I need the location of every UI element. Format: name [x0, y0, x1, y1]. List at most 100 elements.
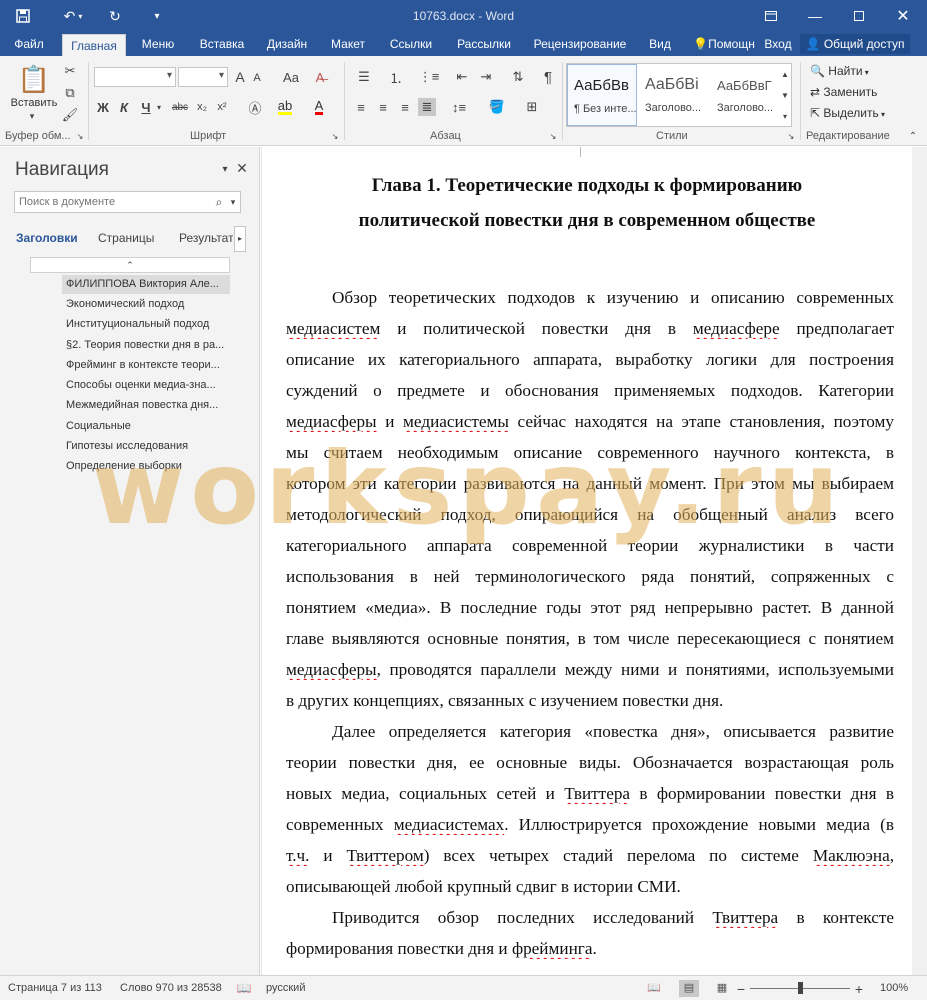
nav-heading-item[interactable]: Экономический подход — [62, 295, 230, 314]
close-icon[interactable]: ✕ — [888, 0, 918, 32]
zoom-out-icon[interactable]: − — [734, 980, 748, 997]
nav-heading-item[interactable]: ФИЛИППОВА Виктория Але... — [62, 275, 230, 294]
nav-tabs-scroll-icon[interactable]: ▸ — [234, 226, 246, 252]
vertical-scrollbar[interactable] — [912, 147, 927, 975]
tab-design[interactable]: Дизайн — [260, 32, 314, 56]
save-icon[interactable] — [10, 0, 36, 32]
search-icon[interactable]: ⌕ — [211, 194, 227, 210]
word-count[interactable]: Слово 970 из 28538 — [120, 982, 222, 994]
font-size-combo[interactable] — [178, 67, 228, 87]
collapse-headings-bar[interactable]: ⌃ — [30, 257, 230, 273]
redo-icon[interactable]: ↻ — [104, 0, 126, 32]
highlight-icon[interactable]: ab — [272, 98, 298, 116]
collapse-ribbon-icon[interactable]: ⌃ — [906, 130, 920, 142]
tab-menu[interactable]: Меню — [134, 32, 182, 56]
dialog-launcher-icon[interactable]: ↘ — [786, 130, 796, 142]
nav-options-icon[interactable]: ▾ — [218, 161, 232, 177]
style-heading-2[interactable]: АаБбВвГ Заголово... — [711, 64, 781, 126]
page-count[interactable]: Страница 7 из 113 — [8, 982, 102, 994]
tab-home[interactable]: Главная — [62, 34, 126, 56]
zoom-level[interactable]: 100% — [880, 982, 908, 994]
nav-heading-item[interactable]: Способы оценки медиа-зна... — [62, 376, 230, 395]
dialog-launcher-icon[interactable]: ↘ — [548, 130, 558, 142]
undo-icon[interactable]: ↶ ▾ — [58, 0, 88, 32]
cut-icon[interactable]: ✂ — [60, 62, 80, 80]
style-no-spacing[interactable]: АаБбВв ¶ Без инте... — [567, 64, 637, 126]
web-layout-icon[interactable]: ▦ — [712, 980, 732, 997]
share-button[interactable]: 👤 Общий доступ — [800, 34, 910, 54]
customize-icon[interactable]: ▾ — [148, 0, 166, 32]
paste-label[interactable]: Вставить — [6, 96, 62, 110]
grow-font-icon[interactable]: A — [232, 67, 248, 87]
style-heading-1[interactable]: АаБбВі Заголово... — [639, 64, 709, 126]
change-case-icon[interactable]: Aa — [280, 67, 302, 87]
ribbon-options-icon[interactable] — [758, 0, 784, 32]
nav-heading-item[interactable]: Фрейминг в контексте теори... — [62, 356, 230, 375]
nav-tab-headings[interactable]: Заголовки — [16, 231, 78, 245]
shading-icon[interactable]: 🪣 — [484, 98, 510, 116]
select-button[interactable]: ⇱ Выделить ▾ — [810, 106, 885, 120]
underline-dropdown-icon[interactable]: ▾ — [154, 98, 164, 116]
tab-mailings[interactable]: Рассылки — [450, 32, 518, 56]
nav-heading-item[interactable]: §2. Теория повестки дня в ра... — [62, 336, 230, 355]
tab-insert[interactable]: Вставка — [192, 32, 252, 56]
underline-icon[interactable]: Ч — [139, 98, 153, 116]
nav-heading-item[interactable]: Гипотезы исследования — [62, 437, 230, 456]
dialog-launcher-icon[interactable]: ↘ — [330, 130, 340, 142]
font-name-combo[interactable] — [94, 67, 176, 87]
tab-review[interactable]: Рецензирование — [528, 32, 632, 56]
font-color-icon[interactable]: A — [306, 98, 332, 116]
nav-heading-item[interactable]: Институциональный подход — [62, 315, 230, 334]
search-dropdown-icon[interactable]: ▾ — [228, 194, 238, 210]
nav-tab-results[interactable]: Результаты — [179, 231, 233, 245]
styles-more-icon[interactable]: ▾ — [779, 106, 791, 126]
find-button[interactable]: 🔍 Найти ▾ — [810, 64, 869, 78]
document-page[interactable]: Глава 1. Теоретические подходы к формиро… — [262, 147, 912, 975]
bullets-icon[interactable]: ☰ — [352, 67, 376, 87]
nav-heading-item[interactable]: Межмедийная повестка дня... — [62, 396, 230, 415]
tab-layout[interactable]: Макет — [324, 32, 372, 56]
italic-icon[interactable]: К — [117, 98, 131, 116]
zoom-slider-thumb[interactable] — [798, 982, 803, 994]
align-right-icon[interactable]: ≡ — [396, 98, 414, 116]
proofing-icon[interactable]: 📖 — [236, 980, 252, 996]
tab-references[interactable]: Ссылки — [382, 32, 440, 56]
language[interactable]: русский — [266, 982, 305, 994]
multilevel-list-icon[interactable]: ⋮≡ — [416, 67, 442, 87]
shrink-font-icon[interactable]: A — [250, 69, 264, 87]
sort-icon[interactable]: ⇅ — [508, 67, 528, 87]
increase-indent-icon[interactable]: ⇥ — [476, 67, 496, 87]
numbering-icon[interactable]: ⒈ — [384, 67, 408, 87]
format-painter-icon[interactable]: 🖌 — [60, 106, 80, 124]
tab-help[interactable]: 💡Помощн — [688, 32, 760, 56]
paste-dropdown-icon[interactable]: ▾ — [24, 110, 40, 122]
tab-signin[interactable]: Вход — [762, 32, 794, 56]
read-mode-icon[interactable]: 📖 — [644, 980, 664, 997]
justify-icon[interactable]: ≣ — [418, 98, 436, 116]
text-effects-icon[interactable]: Ⓐ — [244, 98, 266, 116]
paste-icon[interactable]: 📋 — [14, 62, 54, 96]
nav-close-icon[interactable]: ✕ — [234, 159, 250, 177]
align-center-icon[interactable]: ≡ — [374, 98, 392, 116]
replace-button[interactable]: ⇄ Заменить — [810, 85, 877, 99]
tab-view[interactable]: Вид — [642, 32, 678, 56]
nav-heading-item[interactable]: Социальные — [62, 417, 230, 436]
decrease-indent-icon[interactable]: ⇤ — [452, 67, 472, 87]
subscript-icon[interactable]: x₂ — [194, 98, 210, 116]
print-layout-icon[interactable]: ▤ — [679, 980, 699, 997]
tab-file[interactable]: Файл — [6, 32, 52, 56]
line-spacing-icon[interactable]: ↕≡ — [446, 98, 472, 116]
align-left-icon[interactable]: ≡ — [352, 98, 370, 116]
styles-scroll-down-icon[interactable]: ▼ — [779, 85, 791, 105]
styles-scroll-up-icon[interactable]: ▲ — [779, 64, 791, 84]
clear-formatting-icon[interactable]: A̶ — [310, 67, 330, 87]
dialog-launcher-icon[interactable]: ↘ — [75, 130, 85, 142]
borders-icon[interactable]: ⊞ — [518, 98, 546, 116]
nav-search-input[interactable] — [15, 192, 205, 212]
nav-heading-item[interactable]: Определение выборки — [62, 457, 230, 476]
superscript-icon[interactable]: x² — [214, 98, 230, 116]
copy-icon[interactable]: ⧉ — [60, 84, 80, 102]
nav-tab-pages[interactable]: Страницы — [98, 231, 154, 245]
show-marks-icon[interactable]: ¶ — [538, 67, 558, 87]
bold-icon[interactable]: Ж — [96, 98, 110, 116]
